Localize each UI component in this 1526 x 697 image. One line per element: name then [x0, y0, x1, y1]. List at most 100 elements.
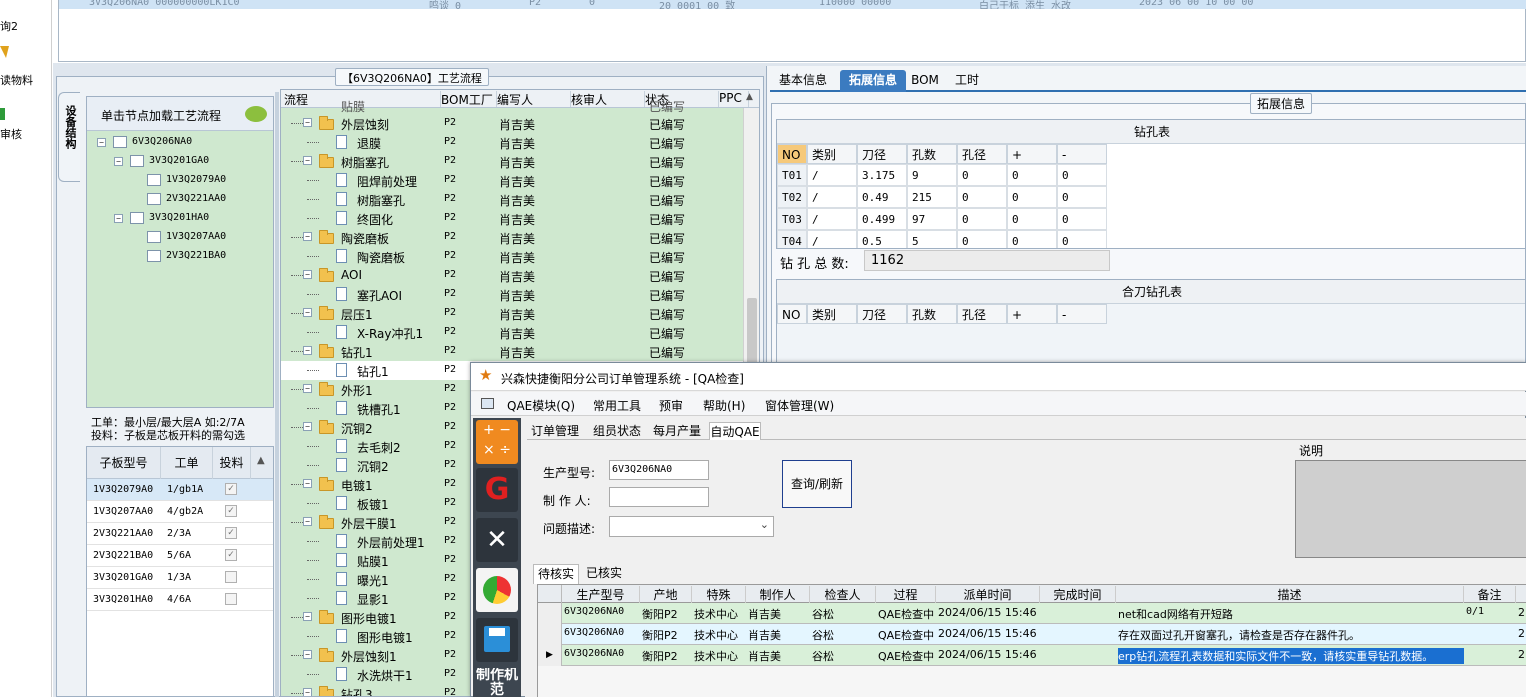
qa-menu-item[interactable]: 帮助(H) — [703, 397, 745, 414]
expand-toggle-icon[interactable]: − — [303, 156, 312, 165]
model-field[interactable]: 6V3Q206NA0 — [609, 460, 709, 480]
drill-cell[interactable]: 0 — [1057, 164, 1107, 186]
qa-menu-item[interactable]: 预审 — [659, 397, 683, 414]
flow-row[interactable]: − 钻孔1 P2 肖吉美 已编写 — [281, 342, 743, 361]
drill-cell[interactable]: / — [807, 186, 857, 208]
drill-cell[interactable]: 215 — [907, 186, 957, 208]
tools-icon[interactable]: ✕ — [476, 518, 518, 562]
drill-cell[interactable]: 0 — [1007, 230, 1057, 248]
gauge-icon[interactable] — [476, 568, 518, 612]
flow-row[interactable]: 陶瓷磨板 P2 肖吉美 已编写 — [281, 247, 743, 266]
drill-cell[interactable]: 0 — [1007, 164, 1057, 186]
qa-subtab-1[interactable]: 已核实 — [581, 564, 627, 584]
tab-right-2[interactable]: BOM — [910, 70, 940, 92]
qa-menu-item[interactable]: 窗体管理(W) — [765, 397, 834, 414]
drill-cell[interactable]: 0 — [1007, 186, 1057, 208]
tree-node[interactable]: 1V3Q207AA0 — [87, 228, 273, 247]
tab-device-structure[interactable]: 设备结构 — [58, 92, 80, 182]
flow-row[interactable]: − 树脂塞孔 P2 肖吉美 已编写 — [281, 152, 743, 171]
flow-row[interactable]: − 层压1 P2 肖吉美 已编写 — [281, 304, 743, 323]
expand-toggle-icon[interactable]: − — [303, 422, 312, 431]
expand-toggle-icon[interactable]: − — [303, 612, 312, 621]
qa-tab-3[interactable]: 自动QAE — [709, 422, 761, 440]
expand-toggle-icon[interactable]: − — [114, 157, 123, 166]
table-row[interactable]: 2V3Q221AA0 2/3A ✓ — [87, 523, 273, 545]
qa-titlebar[interactable]: ★ 兴森快捷衡阳分公司订单管理系统 - [QA检查] — [471, 363, 1526, 391]
qa-column-header[interactable]: 制作人 — [746, 586, 810, 603]
qa-column-header[interactable]: 产地 — [640, 586, 692, 603]
drill-cell[interactable]: T03 — [777, 208, 807, 230]
expand-toggle-icon[interactable]: − — [303, 479, 312, 488]
make-button[interactable]: 制作机范 — [476, 668, 518, 697]
drill-cell[interactable]: 0 — [957, 230, 1007, 248]
qa-column-header[interactable]: 备注 — [1464, 586, 1516, 603]
left-nav-item[interactable]: 审核 — [0, 126, 22, 142]
splitter[interactable] — [275, 92, 279, 697]
flow-row[interactable]: 退膜 P2 肖吉美 已编写 — [281, 133, 743, 152]
drill-cell[interactable]: 5 — [907, 230, 957, 248]
desc-box[interactable] — [1295, 460, 1526, 558]
qa-column-header[interactable]: 完成时间 — [1040, 586, 1116, 603]
tab-right-3[interactable]: 工时 — [950, 70, 984, 92]
qa-tab-0[interactable]: 订单管理 — [527, 422, 583, 440]
expand-toggle-icon[interactable]: − — [303, 517, 312, 526]
drill-column-header[interactable]: 类别 — [807, 304, 857, 324]
drill-cell[interactable]: 0 — [1007, 208, 1057, 230]
qa-menu-item[interactable]: 常用工具 — [593, 397, 641, 414]
expand-toggle-icon[interactable]: − — [303, 232, 312, 241]
row-selector[interactable] — [538, 624, 562, 645]
save-icon[interactable] — [476, 618, 518, 662]
table-row[interactable]: 1V3Q207AA0 4/gb2A ✓ — [87, 501, 273, 523]
feed-checkbox[interactable]: ✓ — [225, 483, 237, 495]
drill-cell[interactable]: T01 — [777, 164, 807, 186]
expand-toggle-icon[interactable]: − — [303, 346, 312, 355]
table-row[interactable]: 3V3Q201GA0 1/3A — [87, 567, 273, 589]
qa-column-header[interactable]: 过程 — [876, 586, 936, 603]
expand-toggle-icon[interactable]: − — [303, 384, 312, 393]
drill-cell[interactable]: 0 — [957, 186, 1007, 208]
expand-toggle-icon[interactable]: − — [114, 214, 123, 223]
table-row[interactable]: 3V3Q201HA0 4/6A — [87, 589, 273, 611]
qa-tab-1[interactable]: 组员状态 — [587, 422, 647, 440]
qa-column-header[interactable]: 生产型号 — [562, 586, 640, 603]
expand-toggle-icon[interactable]: − — [303, 308, 312, 317]
drill-cell[interactable]: 9 — [907, 164, 957, 186]
drill-column-header[interactable]: NO — [777, 144, 807, 164]
flow-row[interactable]: − AOI P2 肖吉美 已编写 — [281, 266, 743, 285]
flow-row[interactable]: 树脂塞孔 P2 肖吉美 已编写 — [281, 190, 743, 209]
drill-column-header[interactable]: - — [1057, 304, 1107, 324]
qa-column-header[interactable]: 特殊 — [692, 586, 746, 603]
drill-cell[interactable]: 0.5 — [857, 230, 907, 248]
flow-row[interactable]: X-Ray冲孔1 P2 肖吉美 已编写 — [281, 323, 743, 342]
column-header[interactable]: 工单 — [161, 447, 213, 479]
feed-checkbox[interactable] — [225, 593, 237, 605]
drill-column-header[interactable]: + — [1007, 144, 1057, 164]
drill-column-header[interactable]: - — [1057, 144, 1107, 164]
qa-column-header[interactable]: 检查人 — [810, 586, 876, 603]
tab-right-0[interactable]: 基本信息 — [770, 70, 836, 92]
table-row[interactable]: 1V3Q2079A0 1/gb1A ✓ — [87, 479, 273, 501]
column-header[interactable]: 子板型号 — [87, 447, 161, 479]
qa-row[interactable]: ▶ 6V3Q206NA0 衡阳P2 技术中心 肖吉美 谷松 QAE检查中 2024/06/15… — [538, 645, 1526, 666]
qa-row[interactable]: 6V3Q206NA0 衡阳P2 技术中心 肖吉美 谷松 QAE检查中 2024/06/15 … — [538, 624, 1526, 645]
row-selector[interactable] — [538, 603, 562, 624]
drill-cell[interactable]: 97 — [907, 208, 957, 230]
qa-subtab-0[interactable]: 待核实 — [533, 564, 579, 584]
drill-cell[interactable]: 0 — [1057, 230, 1107, 248]
flow-row[interactable]: 塞孔AOI P2 肖吉美 已编写 — [281, 285, 743, 304]
tree-node[interactable]: 2V3Q221BA0 — [87, 247, 273, 266]
maker-field[interactable] — [609, 487, 709, 507]
drill-cell[interactable]: T02 — [777, 186, 807, 208]
feed-checkbox[interactable]: ✓ — [225, 549, 237, 561]
qa-column-header[interactable]: 描述 — [1116, 586, 1464, 603]
flow-row[interactable]: − 外层蚀刻 P2 肖吉美 已编写 — [281, 114, 743, 133]
drill-column-header[interactable]: 刀径 — [857, 304, 907, 324]
tree-node[interactable]: 2V3Q221AA0 — [87, 190, 273, 209]
qa-tab-2[interactable]: 每月产量 — [647, 422, 707, 440]
feed-checkbox[interactable]: ✓ — [225, 527, 237, 539]
drill-cell[interactable]: 0 — [1057, 186, 1107, 208]
drill-cell[interactable]: 0.49 — [857, 186, 907, 208]
issue-select[interactable]: ⌄ — [609, 516, 774, 537]
drill-column-header[interactable]: 孔数 — [907, 304, 957, 324]
drill-cell[interactable]: / — [807, 164, 857, 186]
